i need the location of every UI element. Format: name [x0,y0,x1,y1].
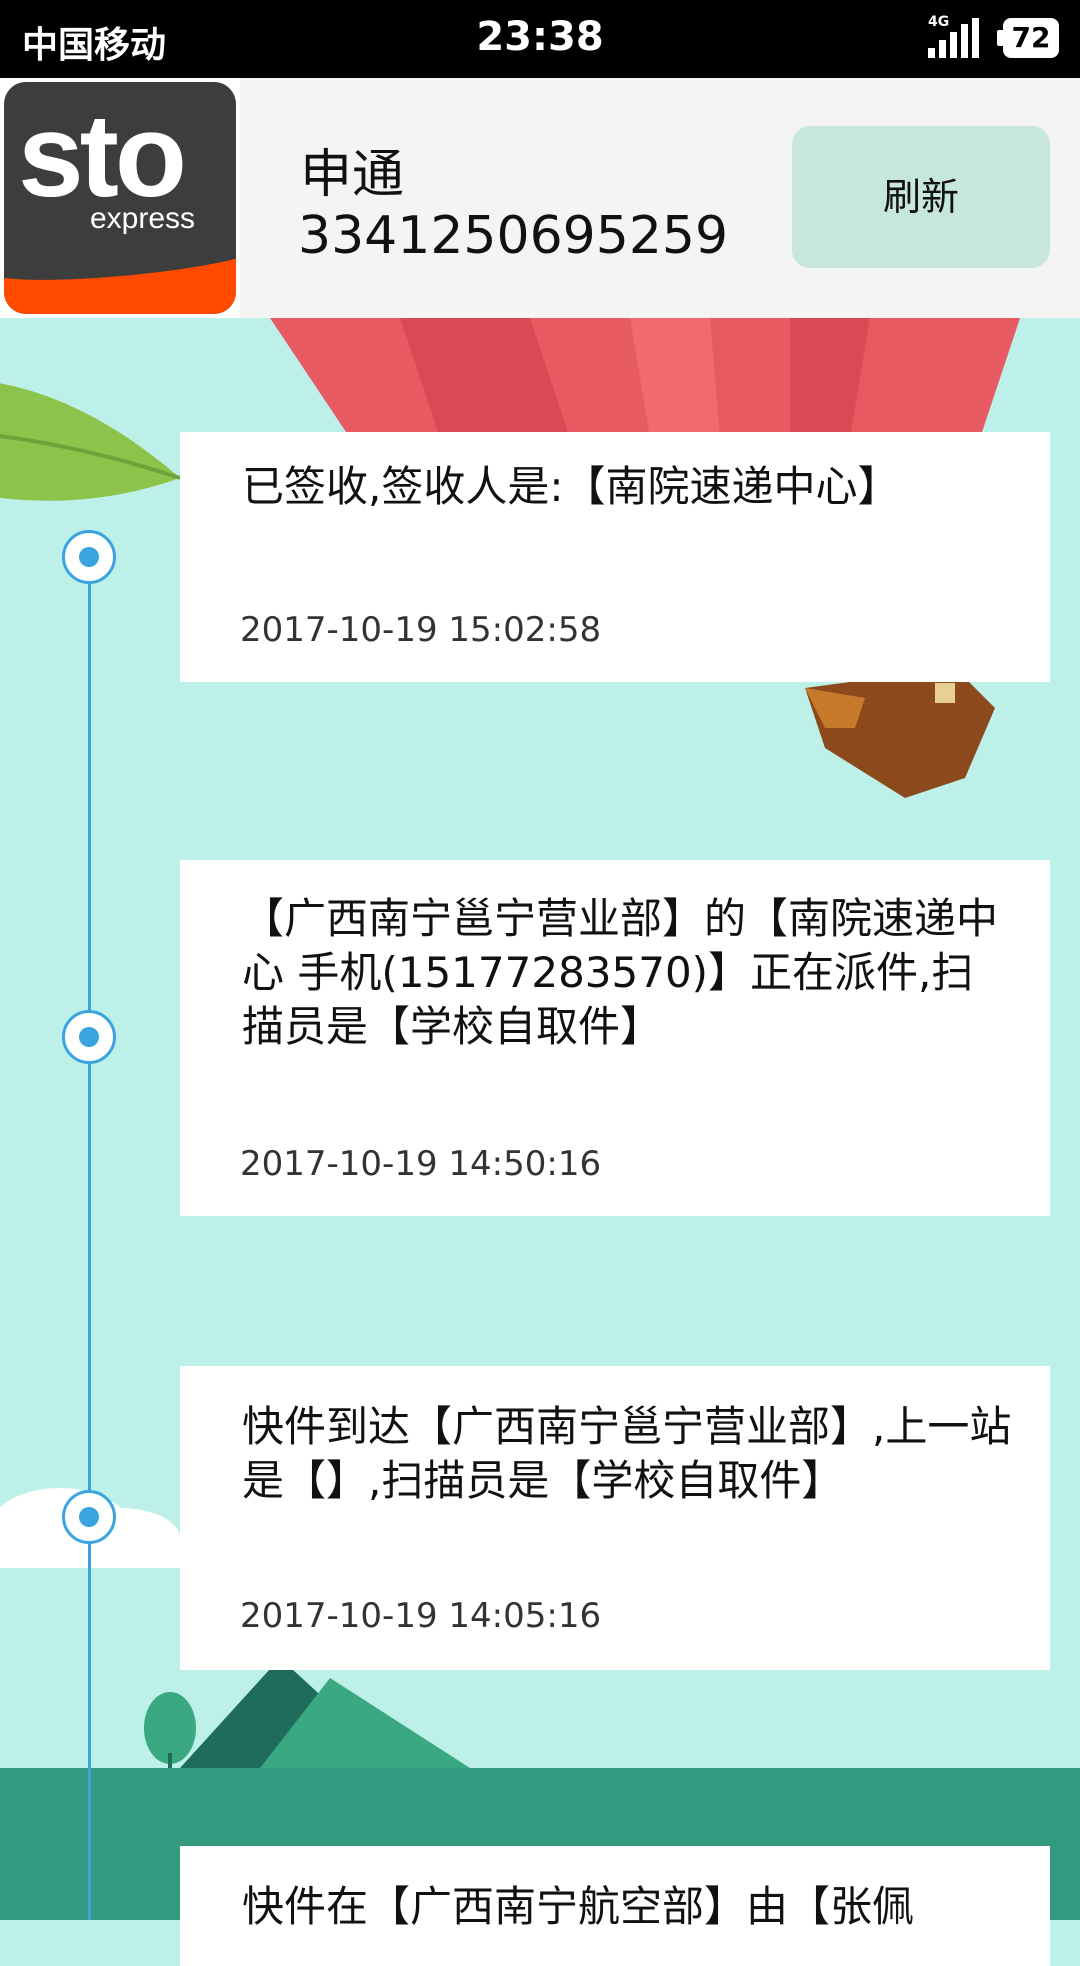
battery-icon: 72 [997,18,1059,58]
event-timestamp: 2017-10-19 15:02:58 [240,610,602,650]
leaf-illustration [0,383,181,501]
hot-air-balloon-illustration [270,318,1020,438]
tracking-event-card: 快件在【广西南宁航空部】由【张佩 [180,1846,1050,1966]
sto-express-logo: sto express [0,78,240,318]
event-timestamp: 2017-10-19 14:05:16 [240,1596,602,1636]
timeline-node-icon [62,1010,116,1064]
tracking-event-card: 已签收,签收人是:【南院速递中心】 2017-10-19 15:02:58 [180,432,1050,682]
tracking-event-card: 快件到达【广西南宁邕宁营业部】,上一站是【】,扫描员是【学校自取件】 2017-… [180,1366,1050,1670]
refresh-button[interactable]: 刷新 [792,126,1050,268]
timeline-line [88,558,91,1920]
balloon-basket-illustration [805,668,995,798]
event-description: 【广西南宁邕宁营业部】的【南院速递中心 手机(15177283570)】正在派件… [242,894,999,1051]
event-description: 快件到达【广西南宁邕宁营业部】,上一站是【】,扫描员是【学校自取件】 [242,1402,1012,1505]
timeline-node-icon [62,530,116,584]
event-description: 已签收,签收人是:【南院速递中心】 [242,462,900,511]
tracking-event-card: 【广西南宁邕宁营业部】的【南院速递中心 手机(15177283570)】正在派件… [180,860,1050,1216]
event-description: 快件在【广西南宁航空部】由【张佩 [242,1882,915,1931]
signal-icon [928,18,979,58]
courier-company-name: 申通 [300,145,405,205]
status-bar: 中国移动 23:38 4G 72 [0,0,1080,78]
event-timestamp: 2017-10-19 14:50:16 [240,1144,602,1184]
status-clock: 23:38 [476,14,604,60]
logo-subtext: express [90,202,196,235]
tracking-number: 3341250695259 [298,206,729,266]
courier-header: sto express 申通 3341250695259 刷新 [0,78,1080,318]
timeline-node-icon [62,1490,116,1544]
